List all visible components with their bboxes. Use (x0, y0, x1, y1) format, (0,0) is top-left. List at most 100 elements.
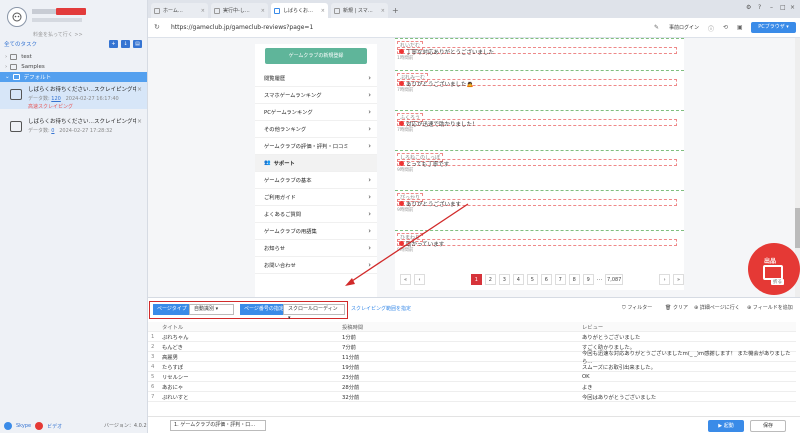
tab-home[interactable]: ホーム… × (151, 3, 208, 18)
new-task-icon[interactable]: + (109, 40, 118, 48)
tab-loading[interactable]: しばらくお… × (271, 3, 328, 18)
table-row[interactable]: 3 高麗男 11分前 今回も迅速な対応ありがとうございましたm(_ _)m感謝します！… (148, 351, 796, 365)
add-field-button[interactable]: ⊕ フィールドを追加 (747, 304, 793, 311)
table-row[interactable]: 5 リセルシー 23分前 OK (148, 372, 796, 382)
next-page-button[interactable]: › (659, 273, 671, 285)
review-item[interactable]: しろねこのしっぽ とっても丁寧です 9時間前 (395, 150, 684, 192)
close-icon[interactable]: × (381, 8, 385, 14)
page-button[interactable]: 4 (512, 273, 524, 285)
prev-page-button[interactable]: ‹ (413, 273, 425, 285)
menu-item[interactable]: お知らせ › (255, 240, 377, 257)
pagination-select[interactable]: スクロールローディン ▾ (283, 304, 345, 321)
page-type-select[interactable]: 自動識別 ▾ (189, 304, 234, 315)
close-window-icon[interactable]: × (790, 4, 795, 11)
page-icon (274, 7, 280, 14)
table-row[interactable]: 1 ぷれちゃん 1分前 ありがとうございました (148, 332, 796, 342)
menu-item[interactable]: よくあるご質問 › (255, 206, 377, 223)
page-button[interactable]: 3 (498, 273, 510, 285)
minimize-icon[interactable]: – (770, 4, 773, 11)
tree-folder-test[interactable]: › test (0, 52, 147, 62)
import-icon[interactable]: ↓ (121, 40, 130, 48)
settings-icon[interactable]: ⚙ (746, 4, 751, 11)
folder-icon[interactable]: ▤ (133, 40, 142, 48)
column-header[interactable]: レビュー (578, 323, 796, 331)
menu-item[interactable]: PCゲームランキング › (255, 104, 377, 121)
page-button[interactable]: 8 (568, 273, 580, 285)
range-link[interactable]: スクレイピング範囲を指定 (347, 304, 415, 315)
menu-item[interactable]: お問い合わせ › (255, 257, 377, 274)
url-field[interactable]: https://gameclub.jp/gameclub-reviews?pag… (171, 24, 313, 31)
close-icon[interactable]: × (201, 8, 205, 14)
page-button[interactable]: 7 (554, 273, 566, 285)
tab-new[interactable]: 新規 | スマ… × (331, 3, 388, 18)
history-icon[interactable]: ⟲ (723, 24, 728, 31)
video-icon[interactable] (35, 422, 44, 430)
menu-item[interactable]: ゲームクラブの評価・評判・口コミ › (255, 138, 377, 155)
help-icon[interactable]: ? (758, 4, 761, 11)
filter-button[interactable]: ⛉ フィルター (622, 304, 652, 311)
tab-running[interactable]: 実行中-し… × (211, 3, 268, 18)
tree-folder-samples[interactable]: › Samples (0, 62, 147, 72)
camera-icon[interactable]: ▣ (737, 24, 743, 31)
info-icon[interactable]: ⓘ (708, 24, 714, 33)
task-item[interactable]: しばらくお待ちください…スクレイピング中 データ数: 0 2024-02-27 … (0, 114, 147, 141)
page-button[interactable]: 2 (484, 273, 496, 285)
video-link[interactable]: ビデオ (47, 423, 62, 430)
skype-link[interactable]: Skype (16, 423, 31, 429)
first-page-button[interactable]: « (400, 273, 411, 285)
edit-icon[interactable]: ✎ (654, 24, 659, 31)
review-item[interactable]: ぴっかり ありがとうございます 9時間前 (395, 190, 684, 232)
close-icon[interactable]: × (261, 8, 265, 14)
review-item[interactable]: ぷれみーむ ありがとうございました🙇 7時間前 (395, 70, 684, 112)
menu-item[interactable]: 閲覧履歴 › (255, 70, 377, 87)
column-header[interactable]: 投稿時間 (338, 323, 578, 331)
listing-button[interactable]: 出品 折る (748, 243, 800, 295)
pre-login-button[interactable]: 事前ログイン (669, 24, 699, 31)
page-button[interactable]: 9 (582, 273, 594, 285)
save-button[interactable]: 保存 (750, 420, 786, 432)
support-heading: サポート (273, 161, 295, 167)
tree-folder-default[interactable]: ⌄ デフォルト (0, 72, 147, 82)
page-button[interactable]: 6 (540, 273, 552, 285)
fold-button[interactable]: 折る (771, 279, 784, 285)
menu-item[interactable]: ゲームクラブの用語集 › (255, 223, 377, 240)
page-button[interactable]: 5 (526, 273, 538, 285)
table-row[interactable]: 4 たらすぽ 19分前 スムーズにお取引出来ました。 (148, 362, 796, 372)
table-row[interactable]: 7 ぷれいすと 32分前 今回はありがとうございました (148, 392, 796, 402)
data-count-link[interactable]: 0 (51, 128, 54, 134)
task-item[interactable]: しばらくお待ちください…スクレイピング中 データ数: 120 2024-02-2… (0, 82, 147, 110)
review-item[interactable]: ひまわり 助かっています 9時間前 (395, 230, 684, 272)
avatar[interactable] (7, 7, 27, 27)
last-page-number[interactable]: 7,087 (605, 273, 624, 285)
close-icon[interactable]: × (321, 8, 325, 14)
source-step-tab[interactable]: 1. ゲームクラブの評価・評判・口… (170, 420, 266, 431)
menu-item[interactable]: スマホゲームランキング › (255, 87, 377, 104)
pc-browser-select[interactable]: PCブラウザ ▾ (751, 22, 796, 33)
register-button[interactable]: ゲームクラブの新規登録 (265, 48, 367, 64)
clear-button[interactable]: 🗑 クリア (665, 304, 688, 311)
detail-page-button[interactable]: ⊕ 詳細ページに行く (694, 304, 740, 311)
detail-label: 詳細ページに行く (699, 305, 740, 311)
table-row[interactable]: 6 あおにゃ 28分前 よき (148, 382, 796, 392)
menu-item[interactable]: その他ランキング › (255, 121, 377, 138)
page-button[interactable]: 1 (470, 273, 482, 285)
review-item[interactable]: ふくろう 対応が迅速で助かりました！ 7時間前 (395, 110, 684, 152)
data-count-link[interactable]: 120 (51, 96, 61, 102)
scroll-thumb[interactable] (795, 208, 800, 248)
new-tab-icon[interactable]: + (392, 6, 399, 15)
pagination-label: ページ番号の指定 (240, 304, 288, 315)
last-page-button[interactable]: » (673, 273, 685, 285)
plan-badge[interactable] (56, 8, 86, 15)
column-header[interactable]: タイトル (158, 323, 338, 331)
upgrade-link[interactable]: 料金を払って行く >> (33, 31, 83, 38)
close-icon[interactable]: × (137, 86, 142, 93)
refresh-icon[interactable]: ↻ (154, 23, 160, 31)
menu-item[interactable]: ご利用ガイド › (255, 189, 377, 206)
task-meta: データ数: 120 2024-02-27 16:17:40 (28, 95, 147, 102)
start-button[interactable]: ▶ 起動 (708, 420, 744, 432)
menu-item[interactable]: ゲームクラブの基本 › (255, 172, 377, 189)
tab-label: 実行中-し… (223, 8, 250, 14)
maximize-icon[interactable]: □ (780, 4, 786, 11)
close-icon[interactable]: × (137, 118, 142, 125)
skype-icon[interactable] (4, 422, 12, 430)
